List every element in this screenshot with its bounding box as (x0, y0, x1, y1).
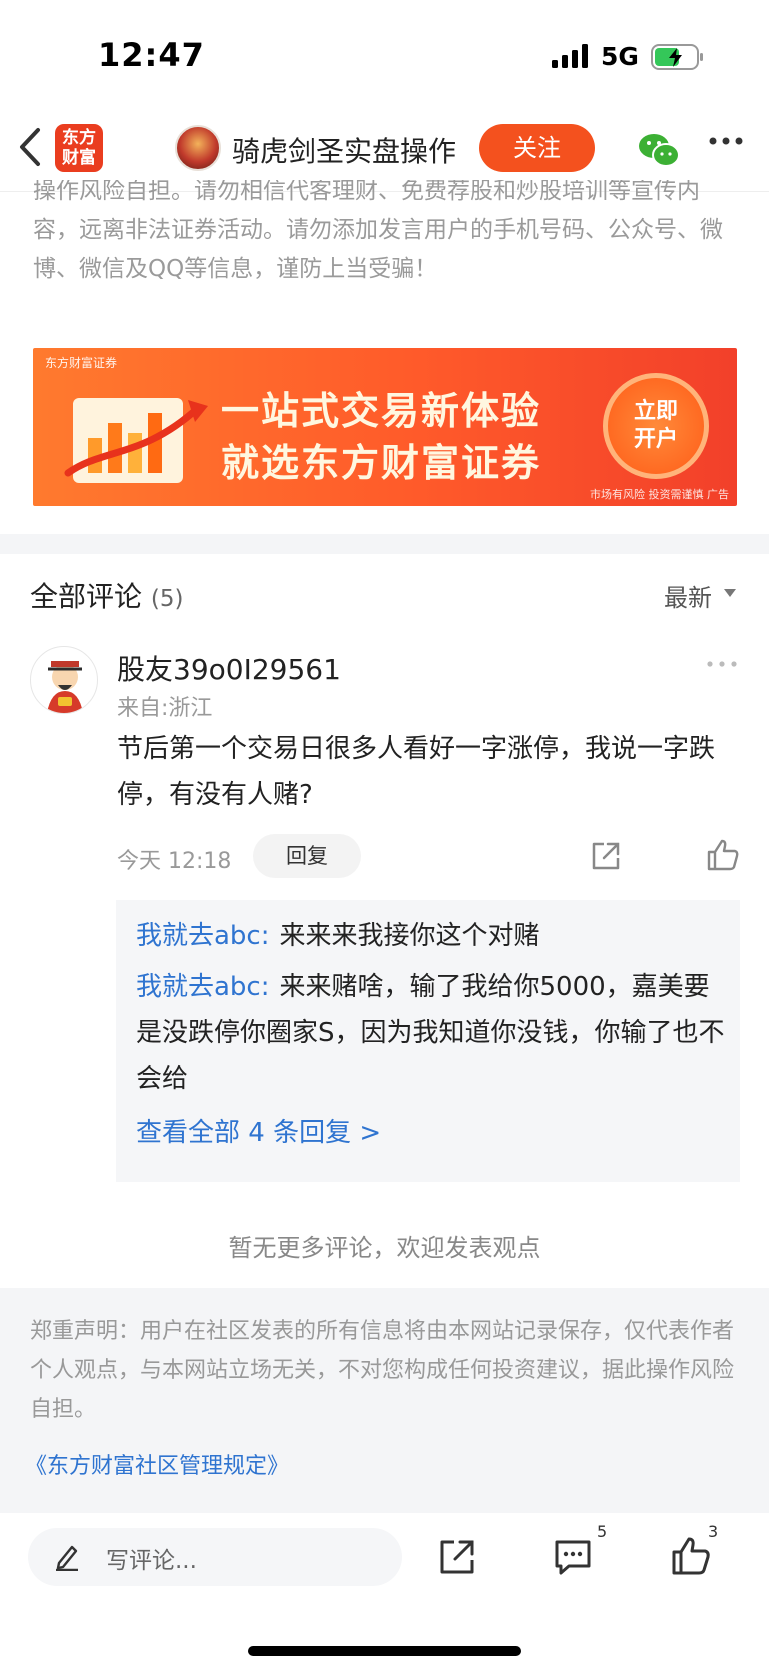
wechat-share-icon[interactable] (638, 132, 680, 168)
banner-risk-note: 市场有风险 投资需谨慎 广告 (590, 488, 729, 501)
status-bar: 12:47 5G (0, 0, 769, 110)
logo-line1: 东方 (62, 128, 96, 148)
battery-charging-icon (651, 44, 703, 70)
reply-separator: : (260, 972, 270, 1002)
risk-disclaimer-text: 操作风险自担。请勿相信代客理财、免费荐股和炒股培训等宣传内容，远离非法证券活动。… (33, 180, 723, 282)
eastmoney-logo[interactable]: 东方 财富 (55, 124, 103, 172)
thumbs-up-icon[interactable] (706, 838, 740, 872)
community-rules-link[interactable]: 《东方财富社区管理规定》 (25, 1448, 289, 1480)
comments-title: 全部评论 (30, 580, 143, 613)
chart-illustration-icon (64, 398, 208, 483)
comments-heading: 全部评论 (5) (30, 575, 184, 615)
reply-item[interactable]: 我就去abc: 来来来我接你这个对赌 (136, 913, 726, 959)
cta-line2: 开户 (633, 427, 678, 452)
comment-timestamp: 今天 12:18 (117, 849, 232, 874)
replies-box: 我就去abc: 来来来我接你这个对赌 我就去abc: 来来赌啥，输了我给你5000，… (116, 900, 740, 1182)
author-name[interactable]: 骑虎剑圣实盘操作 (232, 130, 456, 170)
like-count-badge: 3 (708, 1522, 719, 1541)
comment-more-icon[interactable] (706, 660, 738, 668)
follow-button[interactable]: 关注 (479, 124, 595, 172)
back-arrow-icon[interactable] (16, 126, 46, 168)
open-account-button[interactable]: 立即 开户 (603, 373, 709, 479)
comment-bubble-icon[interactable] (553, 1538, 593, 1576)
comment-text: 节后第一个交易日很多人看好一字涨停，我说一字跌停，有没有人赌? (117, 734, 716, 810)
footer-disclaimer: 郑重声明：用户在社区发表的所有信息将由本网站记录保存，仅代表作者个人观点，与本网… (0, 1288, 769, 1513)
cta-line1: 立即 (633, 399, 678, 424)
thumbs-up-icon[interactable] (671, 1536, 711, 1576)
reply-username[interactable]: 我就去abc (136, 921, 261, 951)
network-label: 5G (601, 42, 639, 71)
risk-disclaimer: 操作风险自担。请勿相信代客理财、免费荐股和炒股培训等宣传内容，远离非法证券活动。… (33, 180, 738, 298)
sort-dropdown[interactable]: 最新 (664, 578, 712, 613)
footer-disclaimer-text: 郑重声明：用户在社区发表的所有信息将由本网站记录保存，仅代表作者个人观点，与本网… (30, 1319, 735, 1422)
logo-line2: 财富 (62, 148, 96, 168)
view-all-replies-link[interactable]: 查看全部 4 条回复 > (136, 1112, 381, 1149)
comments-count: (5) (150, 586, 184, 612)
commenter-location: 来自:浙江 (117, 696, 213, 721)
author-avatar[interactable] (175, 125, 221, 171)
signal-icon (552, 44, 588, 68)
reply-item[interactable]: 我就去abc: 来来赌啥，输了我给你5000，嘉美要是没跌停你圈家S，因为我知道你… (136, 964, 726, 1102)
no-more-comments: 暂无更多评论，欢迎发表观点 (228, 1234, 541, 1262)
more-options-icon[interactable] (708, 136, 744, 146)
reply-separator: : (260, 921, 270, 951)
share-icon[interactable] (438, 1538, 476, 1576)
fortune-god-icon (47, 661, 83, 713)
banner-brand: 东方财富证券 (45, 356, 118, 370)
home-indicator[interactable] (248, 1646, 521, 1656)
reply-text: 来来来我接你这个对赌 (279, 921, 540, 951)
comment-input[interactable]: 写评论... (28, 1528, 402, 1586)
ad-banner[interactable]: 东方财富证券 一站式交易新体验 就选东方财富证券 立即 开户 市场有风险 投资需… (33, 348, 737, 506)
pen-icon (56, 1545, 78, 1571)
comment-input-placeholder: 写评论... (106, 1548, 197, 1574)
reply-button[interactable]: 回复 (253, 834, 361, 878)
reply-username[interactable]: 我就去abc (136, 972, 261, 1002)
commenter-avatar[interactable] (30, 646, 98, 714)
section-divider (0, 534, 769, 554)
comment-count-badge: 5 (597, 1522, 608, 1541)
caret-down-icon[interactable] (724, 589, 736, 597)
banner-headline-1: 一站式交易新体验 (221, 389, 542, 433)
banner-headline-2: 就选东方财富证券 (221, 441, 542, 485)
commenter-username[interactable]: 股友39o0I29561 (117, 648, 341, 688)
share-icon[interactable] (590, 840, 622, 872)
bottom-action-bar: 写评论... 5 3 (0, 1513, 769, 1665)
clock-time: 12:47 (98, 36, 205, 74)
